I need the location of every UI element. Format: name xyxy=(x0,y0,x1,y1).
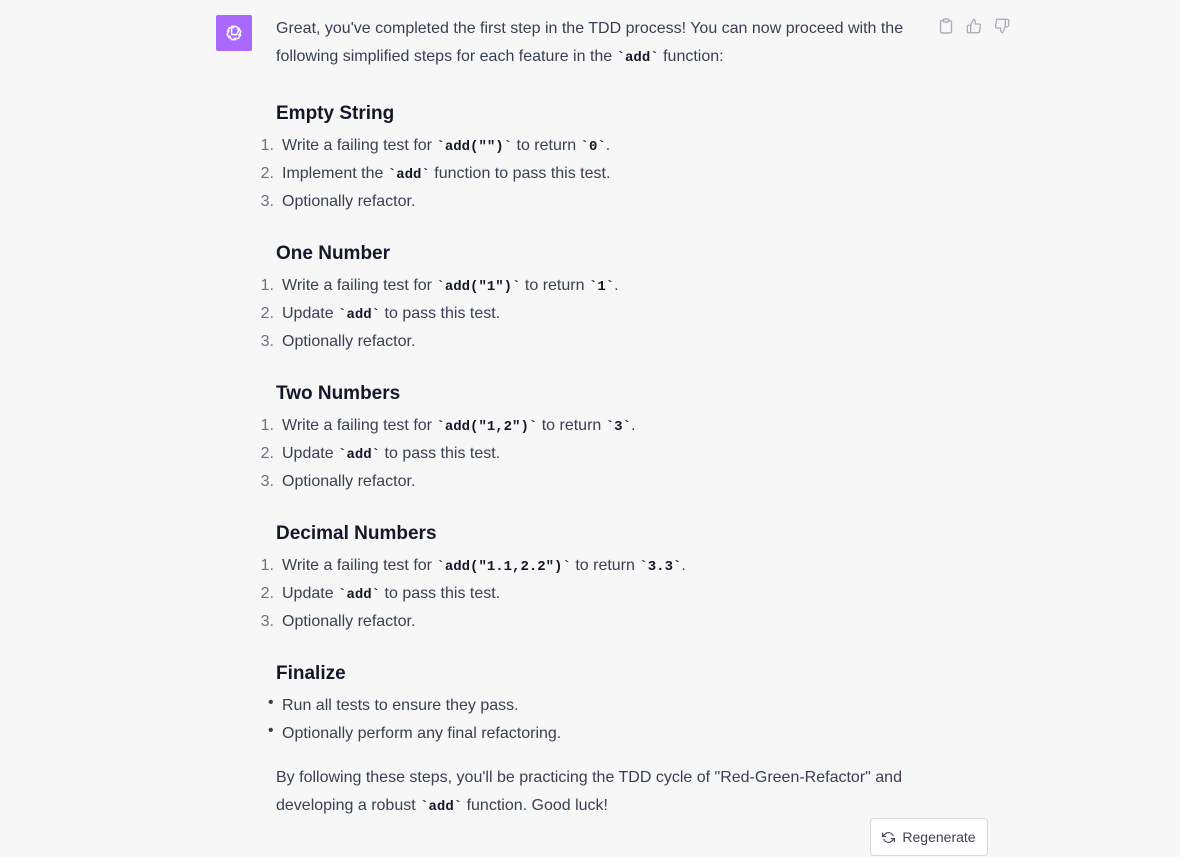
list-item: 3. Optionally refactor. xyxy=(260,473,416,490)
inline-code: add xyxy=(396,167,422,183)
list-item: 1. Write a failing test for `add("1,2")` … xyxy=(260,417,636,435)
list-item: 3. Optionally refactor. xyxy=(260,333,416,350)
list-item: 2. Update `add` to pass this test. xyxy=(260,585,501,603)
step-list: 1. Write a failing test for `add("1.1,2.2… xyxy=(260,552,916,636)
thumbs-up-icon xyxy=(966,18,982,34)
bullet-list: • Run all tests to ensure they pass. • Opt… xyxy=(268,692,916,748)
inline-code: 3 xyxy=(614,419,623,435)
list-item: • Optionally perform any final refactorin… xyxy=(268,722,562,742)
outro-text-end: function. Good luck! xyxy=(462,797,608,814)
section-heading: Empty String xyxy=(276,103,395,124)
list-item: 1. Write a failing test for `add("")` to … xyxy=(260,137,611,155)
thumbs-down-button[interactable] xyxy=(994,17,1010,35)
regenerate-label: Regenerate xyxy=(902,829,976,845)
step-list: 1. Write a failing test for `add("1,2")` … xyxy=(260,412,916,496)
list-item: 2. Implement the `add` function to pass t… xyxy=(260,165,611,183)
inline-code: add("1.1,2.2") xyxy=(444,559,563,575)
intro-text: Great, you've completed the first step i… xyxy=(276,20,904,65)
inline-code: 1 xyxy=(597,279,606,295)
inline-code: add xyxy=(625,50,651,66)
section-heading: One Number xyxy=(276,243,391,264)
list-item: 1. Write a failing test for `add("1")` to… xyxy=(260,277,619,295)
inline-code: add xyxy=(346,307,372,323)
thumbs-down-icon xyxy=(994,18,1010,34)
refresh-icon xyxy=(882,831,896,843)
list-item: 2. Update `add` to pass this test. xyxy=(260,445,501,463)
inline-code: add xyxy=(346,447,372,463)
message-actions xyxy=(938,17,1010,35)
section-heading: Decimal Numbers xyxy=(276,523,437,544)
inline-code: add("1") xyxy=(444,279,513,295)
section-heading: Finalize xyxy=(276,663,346,684)
inline-code: 3.3 xyxy=(647,559,673,575)
openai-logo-icon xyxy=(226,25,242,41)
intro-paragraph: Great, you've completed the first step i… xyxy=(276,20,904,66)
thumbs-up-button[interactable] xyxy=(966,17,982,35)
inline-code: add xyxy=(428,799,454,815)
inline-code: add xyxy=(346,587,372,603)
clipboard-icon xyxy=(939,18,953,34)
inline-code: add("") xyxy=(444,139,504,155)
list-item: 3. Optionally refactor. xyxy=(260,193,416,210)
list-item: • Run all tests to ensure they pass. xyxy=(268,694,519,714)
step-list: 1. Write a failing test for `add("")` to … xyxy=(260,132,916,216)
intro-text-end: function: xyxy=(658,48,724,65)
regenerate-button[interactable]: Regenerate xyxy=(870,818,988,856)
message-content: Great, you've completed the first step i… xyxy=(260,15,916,821)
list-item: 2. Update `add` to pass this test. xyxy=(260,305,501,323)
list-item: 1. Write a failing test for `add("1.1,2.2… xyxy=(260,557,686,575)
inline-code: add("1,2") xyxy=(444,419,529,435)
list-item: 3. Optionally refactor. xyxy=(260,613,416,630)
step-list: 1. Write a failing test for `add("1")` to… xyxy=(260,272,916,356)
outro-paragraph: By following these steps, you'll be prac… xyxy=(276,769,902,815)
copy-button[interactable] xyxy=(938,17,954,35)
assistant-avatar xyxy=(216,15,252,51)
assistant-message: Great, you've completed the first step i… xyxy=(0,0,1180,857)
section-heading: Two Numbers xyxy=(276,383,401,404)
